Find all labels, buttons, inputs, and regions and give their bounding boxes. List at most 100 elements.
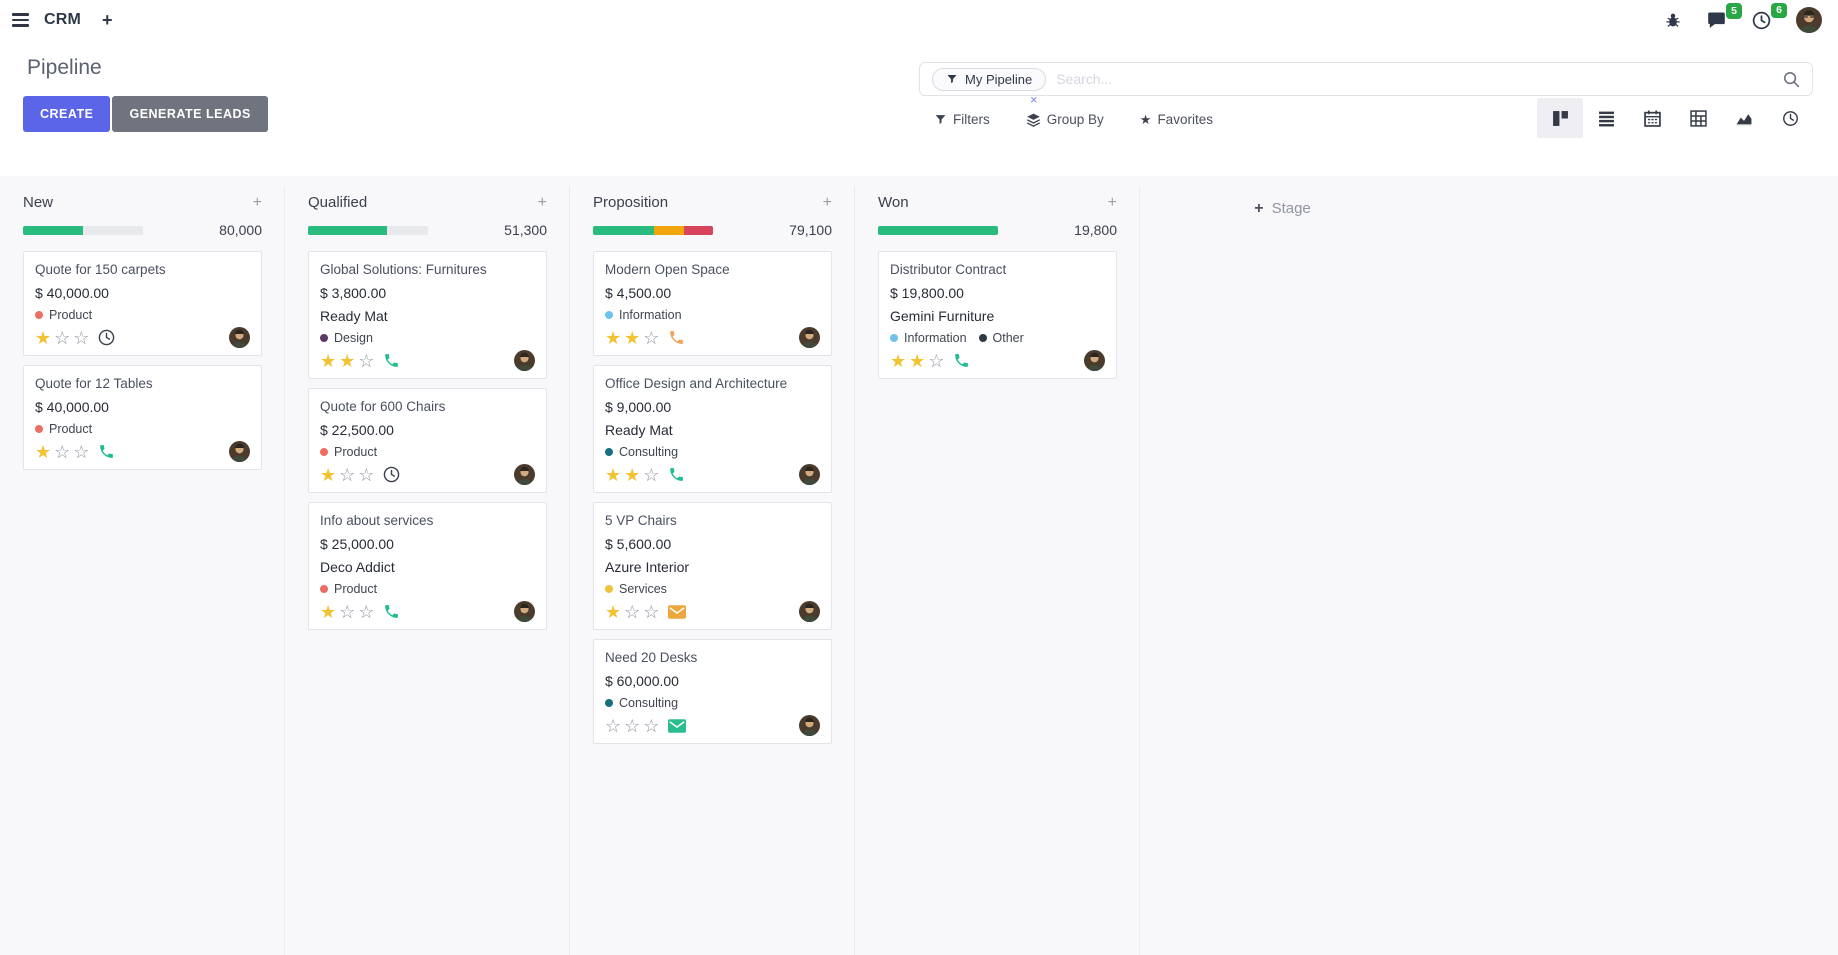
graph-view-button[interactable] — [1721, 98, 1767, 138]
kanban-card[interactable]: Need 20 Desks$ 60,000.00Consulting☆☆☆ — [593, 639, 832, 744]
quick-add-card-icon[interactable]: + — [1108, 195, 1117, 211]
generate-leads-button[interactable]: GENERATE LEADS — [112, 96, 267, 132]
search-facet[interactable]: My Pipeline — [932, 68, 1046, 91]
star-empty-icon[interactable]: ☆ — [73, 443, 89, 461]
star-empty-icon[interactable]: ☆ — [624, 603, 640, 621]
salesperson-avatar[interactable] — [229, 441, 250, 462]
messages-icon[interactable]: 5 — [1706, 10, 1727, 30]
kanban-card[interactable]: Quote for 12 Tables$ 40,000.00Product★☆☆ — [23, 365, 262, 470]
facet-remove-icon[interactable]: × — [1030, 93, 1038, 106]
star-filled-icon[interactable]: ★ — [320, 352, 336, 370]
star-empty-icon[interactable]: ☆ — [339, 603, 355, 621]
kanban-card[interactable]: 5 VP Chairs$ 5,600.00Azure InteriorServi… — [593, 502, 832, 630]
kanban-card[interactable]: Distributor Contract$ 19,800.00Gemini Fu… — [878, 251, 1117, 379]
kanban-card[interactable]: Quote for 150 carpets$ 40,000.00Product★… — [23, 251, 262, 356]
filters-button[interactable]: Filters — [934, 112, 990, 127]
star-empty-icon[interactable]: ☆ — [643, 603, 659, 621]
column-progressbar[interactable] — [878, 226, 998, 235]
kanban-card[interactable]: Info about services$ 25,000.00Deco Addic… — [308, 502, 547, 630]
star-empty-icon[interactable]: ☆ — [358, 603, 374, 621]
pivot-view-button[interactable] — [1675, 98, 1721, 138]
kanban-card[interactable]: Global Solutions: Furnitures$ 3,800.00Re… — [308, 251, 547, 379]
star-empty-icon[interactable]: ☆ — [643, 717, 659, 735]
quick-add-card-icon[interactable]: + — [253, 195, 262, 211]
star-empty-icon[interactable]: ☆ — [54, 443, 70, 461]
kanban-column-title: Won — [878, 194, 909, 211]
salesperson-avatar[interactable] — [229, 327, 250, 348]
add-tab-plus-icon[interactable]: + — [102, 10, 113, 31]
salesperson-avatar[interactable] — [1084, 350, 1105, 371]
card-activity-icon[interactable] — [98, 329, 115, 346]
activity-view-button[interactable] — [1767, 98, 1813, 138]
search-box[interactable]: My Pipeline × — [919, 62, 1813, 96]
salesperson-avatar[interactable] — [799, 327, 820, 348]
progressbar-segment-orange[interactable] — [654, 226, 684, 235]
add-stage-button[interactable]: +Stage — [1254, 200, 1311, 217]
star-filled-icon[interactable]: ★ — [605, 329, 621, 347]
card-activity-icon[interactable] — [668, 605, 686, 619]
salesperson-avatar[interactable] — [799, 601, 820, 622]
star-empty-icon[interactable]: ☆ — [605, 717, 621, 735]
user-avatar[interactable] — [1796, 7, 1822, 33]
progressbar-segment-green[interactable] — [308, 226, 387, 235]
star-filled-icon[interactable]: ★ — [605, 603, 621, 621]
star-filled-icon[interactable]: ★ — [624, 466, 640, 484]
progressbar-segment-green[interactable] — [23, 226, 83, 235]
star-empty-icon[interactable]: ☆ — [358, 352, 374, 370]
hamburger-icon[interactable] — [10, 11, 31, 29]
card-activity-icon[interactable] — [383, 466, 400, 483]
column-progressbar[interactable] — [593, 226, 713, 235]
salesperson-avatar[interactable] — [799, 464, 820, 485]
activities-clock-icon[interactable]: 6 — [1751, 10, 1772, 31]
star-empty-icon[interactable]: ☆ — [643, 329, 659, 347]
salesperson-avatar[interactable] — [514, 350, 535, 371]
kanban-card[interactable]: Quote for 600 Chairs$ 22,500.00Product★☆… — [308, 388, 547, 493]
card-activity-icon[interactable] — [953, 352, 970, 369]
star-empty-icon[interactable]: ☆ — [643, 466, 659, 484]
salesperson-avatar[interactable] — [799, 715, 820, 736]
kanban-card[interactable]: Modern Open Space$ 4,500.00Information★★… — [593, 251, 832, 356]
kanban-card[interactable]: Office Design and Architecture$ 9,000.00… — [593, 365, 832, 493]
star-filled-icon[interactable]: ★ — [890, 352, 906, 370]
salesperson-avatar[interactable] — [514, 464, 535, 485]
group-by-button[interactable]: Group By — [1026, 112, 1104, 127]
star-empty-icon[interactable]: ☆ — [358, 466, 374, 484]
star-empty-icon[interactable]: ☆ — [73, 329, 89, 347]
create-button[interactable]: CREATE — [23, 96, 110, 132]
card-activity-icon[interactable] — [668, 329, 685, 346]
calendar-view-button[interactable] — [1629, 98, 1675, 138]
star-filled-icon[interactable]: ★ — [35, 443, 51, 461]
progressbar-segment-red[interactable] — [684, 226, 713, 235]
card-activity-icon[interactable] — [98, 443, 115, 460]
card-activity-icon[interactable] — [383, 352, 400, 369]
column-progressbar[interactable] — [23, 226, 143, 235]
star-empty-icon[interactable]: ☆ — [339, 466, 355, 484]
quick-add-card-icon[interactable]: + — [538, 195, 547, 211]
filter-funnel-icon — [934, 113, 947, 126]
debug-bug-icon[interactable] — [1664, 11, 1682, 29]
star-filled-icon[interactable]: ★ — [605, 466, 621, 484]
star-filled-icon[interactable]: ★ — [320, 603, 336, 621]
quick-add-card-icon[interactable]: + — [823, 195, 832, 211]
star-filled-icon[interactable]: ★ — [909, 352, 925, 370]
app-menu-title[interactable]: CRM — [44, 11, 81, 29]
kanban-view-button[interactable] — [1537, 98, 1583, 138]
progressbar-segment-green[interactable] — [593, 226, 654, 235]
salesperson-avatar[interactable] — [514, 601, 535, 622]
star-empty-icon[interactable]: ☆ — [928, 352, 944, 370]
search-input[interactable] — [1046, 70, 1783, 88]
column-progressbar[interactable] — [308, 226, 428, 235]
star-filled-icon[interactable]: ★ — [339, 352, 355, 370]
card-activity-icon[interactable] — [383, 603, 400, 620]
favorites-button[interactable]: ★ Favorites — [1140, 112, 1213, 127]
star-filled-icon[interactable]: ★ — [320, 466, 336, 484]
list-view-button[interactable] — [1583, 98, 1629, 138]
star-empty-icon[interactable]: ☆ — [54, 329, 70, 347]
card-activity-icon[interactable] — [668, 719, 686, 733]
star-empty-icon[interactable]: ☆ — [624, 717, 640, 735]
search-icon[interactable] — [1783, 71, 1800, 88]
star-filled-icon[interactable]: ★ — [35, 329, 51, 347]
card-activity-icon[interactable] — [668, 466, 685, 483]
progressbar-segment-green[interactable] — [878, 226, 998, 235]
star-filled-icon[interactable]: ★ — [624, 329, 640, 347]
